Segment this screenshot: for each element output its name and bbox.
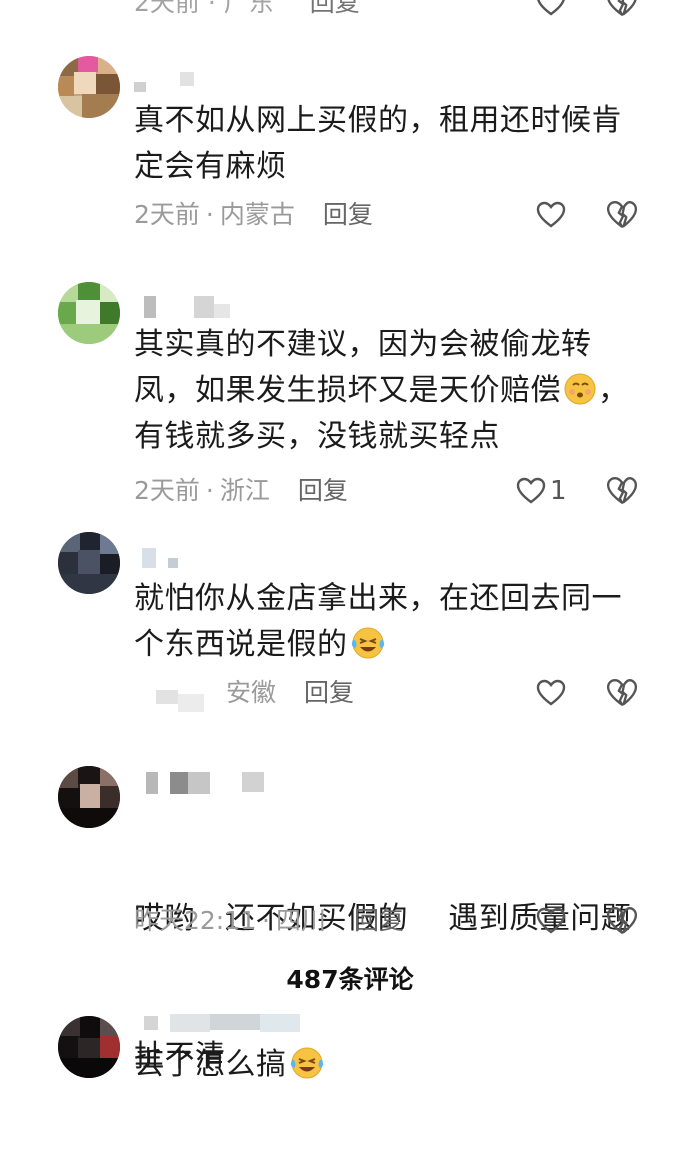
like-button[interactable] <box>536 904 566 938</box>
heart-outline-icon[interactable] <box>536 678 566 708</box>
reply-button[interactable]: 回复 <box>298 476 348 505</box>
comment-meta: 2天前 · 浙江 回复 <box>134 476 348 505</box>
comment-text: 丢了怎么搞 <box>134 1042 634 1088</box>
heart-outline-icon[interactable] <box>516 476 546 506</box>
comment-time: 2天前 <box>134 200 200 229</box>
broken-heart-icon[interactable] <box>606 904 638 938</box>
avatar[interactable] <box>58 282 120 344</box>
comment-location: 浙江 <box>219 476 270 505</box>
comment-location: 四川 <box>276 906 327 935</box>
comment-location: 安徽 <box>226 678 277 707</box>
comment-time: 昨天22:11 <box>134 906 257 935</box>
broken-heart-icon[interactable] <box>606 198 638 232</box>
comment-meta: 安徽 回复 <box>226 676 354 710</box>
comment-meta: 2天前 · 广东 回复 <box>134 0 360 20</box>
reply-button[interactable]: 回复 <box>323 200 373 229</box>
comment-location: 内蒙古 <box>219 200 295 229</box>
avatar[interactable] <box>58 56 120 118</box>
broken-heart-icon[interactable] <box>606 676 638 710</box>
reply-button[interactable]: 回复 <box>304 678 354 707</box>
comment-meta: 2天前 · 内蒙古 回复 <box>134 200 373 229</box>
heart-outline-icon[interactable] <box>536 200 566 230</box>
comment-count[interactable]: 487条评论 <box>0 960 700 996</box>
comment-time: 2天前 <box>134 476 200 505</box>
heart-outline-icon[interactable] <box>536 906 566 936</box>
crying-laughing-emoji <box>351 627 384 658</box>
heart-outline-icon[interactable] <box>536 0 566 20</box>
reply-button[interactable]: 回复 <box>354 906 404 935</box>
comment-text: 就怕你从金店拿出来，在还回去同一 个东西说是假的 <box>134 581 622 662</box>
crying-laughing-emoji <box>290 1047 323 1078</box>
comment-meta: 昨天22:11 · 四川 回复 <box>134 906 405 935</box>
avatar[interactable] <box>58 532 120 594</box>
comment-text: 真不如从网上买假的，租用还时候肯 定会有麻烦 <box>134 103 622 184</box>
like-count: 1 <box>550 476 567 506</box>
avatar[interactable] <box>58 1016 120 1078</box>
comment-text: 其实真的不建议，因为会被偷龙转 凤，如果发生损坏又是天价赔偿 ， 有钱就多买，没… <box>134 327 629 454</box>
broken-heart-icon[interactable] <box>606 0 638 20</box>
avatar[interactable] <box>58 766 120 828</box>
reply-button[interactable]: 回复 <box>310 0 360 17</box>
like-button[interactable]: 1 <box>516 474 567 508</box>
like-button[interactable] <box>536 676 566 710</box>
like-button[interactable] <box>536 198 566 232</box>
broken-heart-icon[interactable] <box>606 474 638 508</box>
worried-face-emoji <box>564 373 596 404</box>
